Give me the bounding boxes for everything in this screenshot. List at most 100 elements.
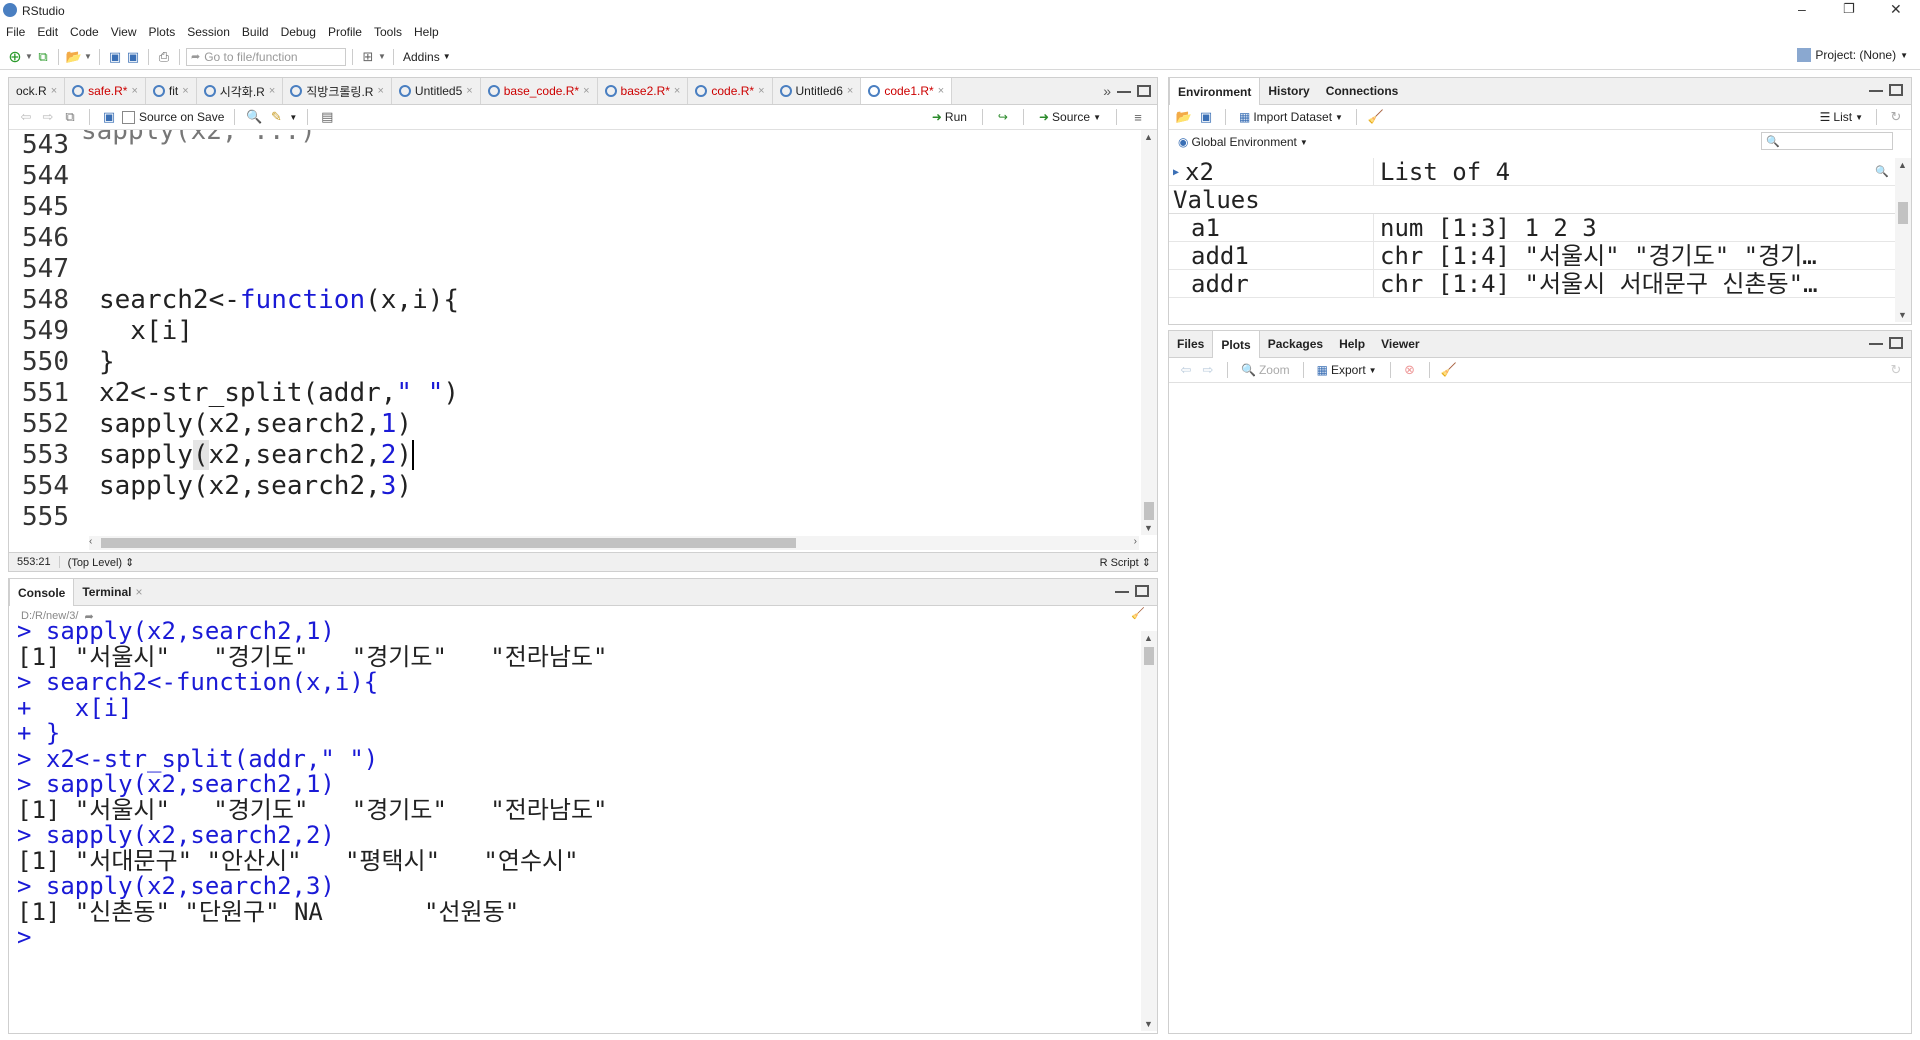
maximize-pane-icon[interactable] [1889,337,1903,349]
rerun-button[interactable]: ↪ [995,110,1011,124]
zoom-button[interactable]: 🔍 Zoom [1238,363,1293,377]
editor-tab[interactable]: Untitled6 × [773,78,862,104]
editor-tab[interactable]: fit × [146,78,197,104]
magic-wand-icon[interactable]: ✎ [267,108,285,126]
import-dataset-button[interactable]: ▦ Import Dataset ▼ [1236,110,1346,124]
tab-packages[interactable]: Packages [1260,331,1331,357]
menu-item-tools[interactable]: Tools [368,25,408,39]
new-file-icon[interactable]: ⊕ [6,48,24,66]
broom-icon[interactable]: 🧹 [1367,108,1385,126]
close-icon[interactable]: × [847,85,853,97]
minimize-pane-icon[interactable] [1869,341,1883,345]
menu-item-view[interactable]: View [105,25,143,39]
addins-button[interactable]: Addins ▼ [400,50,454,64]
tab-connections[interactable]: Connections [1318,78,1407,104]
menu-item-edit[interactable]: Edit [31,25,64,39]
forward-arrow-icon[interactable]: ⇨ [39,108,57,126]
env-search-input[interactable]: 🔍 [1761,132,1893,150]
tab-plots[interactable]: Plots [1212,330,1260,358]
close-icon[interactable]: × [51,85,57,97]
scroll-thumb[interactable] [101,538,796,548]
env-row[interactable]: a1 num [1:3] 1 2 3 [1169,214,1895,242]
more-tabs-icon[interactable]: » [1103,83,1111,99]
editor-tab[interactable]: base_code.R* × [481,78,598,104]
source-on-save-checkbox[interactable] [122,110,135,124]
chevron-down-icon[interactable]: ▼ [24,48,34,66]
tab-viewer[interactable]: Viewer [1373,331,1427,357]
editor-vertical-scrollbar[interactable]: ▲ ▼ [1141,130,1157,535]
console-vertical-scrollbar[interactable]: ▲ ▼ [1141,631,1157,1031]
file-type-selector[interactable]: R Script ⇕ [1100,556,1151,569]
save-workspace-icon[interactable]: ▣ [1197,108,1215,126]
menu-item-debug[interactable]: Debug [275,25,322,39]
editor-tab[interactable]: base2.R* × [598,78,689,104]
goto-file-input[interactable]: ➦ Go to file/function [186,47,346,66]
editor-tab[interactable]: code1.R* × [861,78,953,104]
chevron-down-icon[interactable]: ▼ [83,48,93,66]
menu-item-profile[interactable]: Profile [322,25,368,39]
scroll-thumb[interactable] [1898,202,1908,224]
previous-plot-icon[interactable]: ⇦ [1177,361,1195,379]
close-icon[interactable]: × [938,85,944,97]
minimize-pane-icon[interactable] [1869,88,1883,92]
close-icon[interactable]: × [377,85,383,97]
save-icon[interactable]: ▣ [106,48,124,66]
load-workspace-icon[interactable]: 📂 [1175,108,1193,126]
editor-tab[interactable]: 시각화.R × [197,78,284,104]
tab-environment[interactable]: Environment [1169,77,1261,105]
console-output[interactable]: > sapply(x2,search2,1) [1] "서울시" "경기도" "경… [17,619,1132,1019]
open-file-icon[interactable]: 📂 [65,48,83,66]
tab-console[interactable]: Console [9,578,75,606]
menu-item-plots[interactable]: Plots [143,25,182,39]
close-icon[interactable]: × [131,85,137,97]
chevron-down-icon[interactable]: ▼ [377,48,387,66]
back-arrow-icon[interactable]: ⇦ [17,108,35,126]
new-project-icon[interactable]: ⧉ [34,48,52,66]
source-button[interactable]: ➜ Source ▼ [1036,110,1104,124]
menu-item-help[interactable]: Help [408,25,445,39]
close-icon[interactable]: × [269,85,275,97]
save-all-icon[interactable]: ▣ [124,48,142,66]
tab-history[interactable]: History [1260,78,1317,104]
editor-tab[interactable]: 직방크롤링.R × [283,78,392,104]
remove-plot-icon[interactable]: ⊗ [1401,361,1419,379]
export-button[interactable]: ▦ Export ▼ [1314,363,1380,377]
grid-layout-icon[interactable]: ⊞ [359,48,377,66]
env-row[interactable]: ▶ x2 List of 4 🔍 [1169,158,1895,186]
chevron-down-icon[interactable]: ▼ [289,113,297,122]
env-vertical-scrollbar[interactable]: ▲ ▼ [1895,158,1911,322]
project-button[interactable]: Project: (None) ▼ [1797,48,1908,62]
close-button[interactable]: ✕ [1890,1,1902,18]
close-icon[interactable]: × [583,85,589,97]
refresh-icon[interactable]: ↻ [1887,361,1905,379]
menu-item-file[interactable]: File [0,25,31,39]
close-icon[interactable]: × [466,85,472,97]
maximize-pane-icon[interactable] [1135,585,1149,597]
minimize-button[interactable]: – [1798,1,1806,17]
scroll-thumb[interactable] [1144,647,1154,665]
close-icon[interactable]: × [674,85,680,97]
maximize-pane-icon[interactable] [1137,85,1151,97]
search-icon[interactable]: 🔍 [245,108,263,126]
close-icon[interactable]: × [135,585,142,599]
maximize-button[interactable]: ❐ [1843,1,1855,17]
editor-tab[interactable]: Untitled5 × [392,78,481,104]
editor-tab[interactable]: ock.R × [9,78,66,104]
minimize-pane-icon[interactable] [1115,589,1129,593]
view-data-icon[interactable]: 🔍 [1875,158,1895,185]
code-area[interactable]: 543 544 545 546 547 548 549 550 551 552 553 554 555 … [9,130,1139,535]
document-outline-icon[interactable]: ≡ [1129,108,1147,126]
scope-selector[interactable]: (Top Level) ⇕ [60,556,143,569]
menu-item-session[interactable]: Session [181,25,236,39]
tab-help[interactable]: Help [1331,331,1373,357]
list-view-button[interactable]: ☰ List ▼ [1817,110,1866,124]
tab-terminal[interactable]: Terminal × [74,579,150,605]
menu-item-build[interactable]: Build [236,25,275,39]
compile-report-icon[interactable]: ▤ [318,108,336,126]
editor-horizontal-scrollbar[interactable]: ‹ › [89,536,1139,550]
menu-item-code[interactable]: Code [64,25,105,39]
show-in-window-icon[interactable]: ⧉ [61,108,79,126]
editor-tab[interactable]: code.R* × [688,78,773,104]
close-icon[interactable]: × [182,85,188,97]
scroll-thumb[interactable] [1144,502,1154,520]
